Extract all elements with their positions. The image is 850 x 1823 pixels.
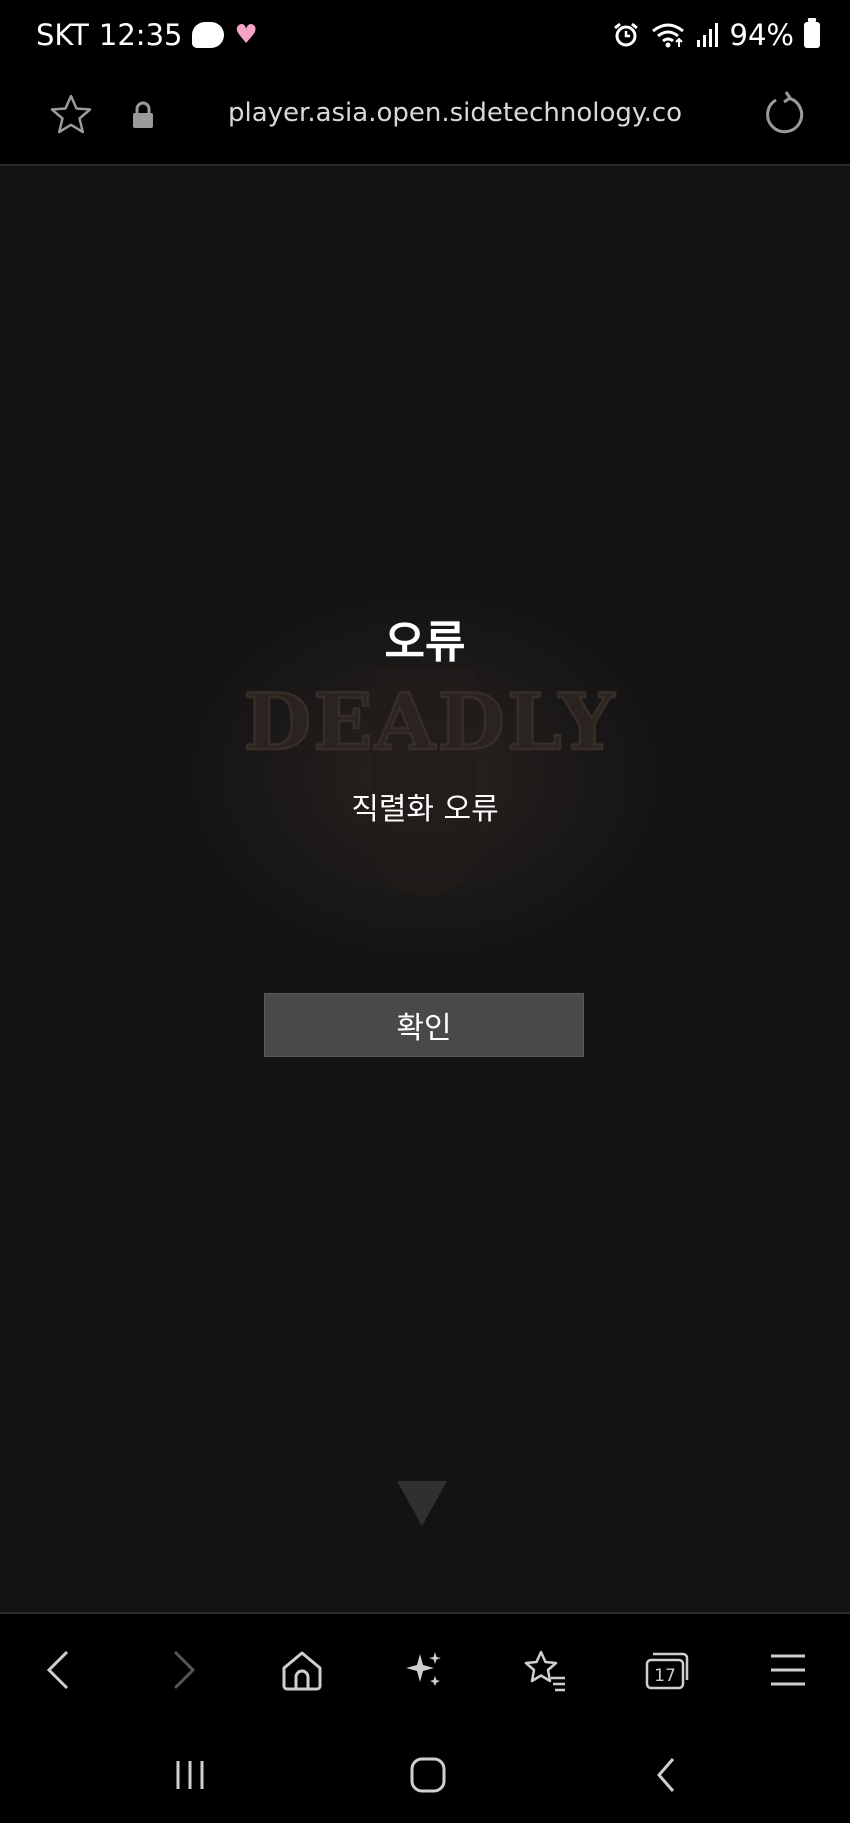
back-nav-icon[interactable] bbox=[636, 1750, 696, 1800]
heart-icon: ♥ bbox=[234, 20, 258, 50]
url-text[interactable]: player.asia.open.sidetechnology.co bbox=[190, 98, 720, 128]
status-left: SKT 12:35 ♥ bbox=[36, 18, 258, 52]
background-bottom-mark bbox=[397, 1481, 447, 1526]
sparkle-icon[interactable] bbox=[394, 1642, 454, 1698]
home-nav-icon[interactable] bbox=[398, 1750, 458, 1800]
lock-icon bbox=[130, 100, 156, 134]
bookmarks-icon[interactable] bbox=[515, 1642, 575, 1698]
recents-icon[interactable] bbox=[160, 1750, 220, 1800]
game-area: DEADLY 오류 직렬화 오류 확인 bbox=[0, 166, 850, 1612]
confirm-button[interactable]: 확인 bbox=[264, 993, 584, 1057]
background-game-logo: DEADLY bbox=[243, 676, 617, 769]
status-right: 94% bbox=[612, 18, 820, 52]
system-nav-bar bbox=[0, 1722, 850, 1823]
reload-icon[interactable] bbox=[762, 90, 806, 142]
svg-text:DEADLY: DEADLY bbox=[244, 677, 617, 768]
signal-icon bbox=[696, 23, 718, 47]
browser-toolbar: 17 bbox=[0, 1612, 850, 1724]
clock: 12:35 bbox=[98, 18, 183, 52]
back-icon[interactable] bbox=[28, 1642, 88, 1698]
tab-count: 17 bbox=[654, 1666, 676, 1686]
forward-icon[interactable] bbox=[154, 1642, 214, 1698]
bubble-icon bbox=[192, 22, 225, 48]
status-bar: SKT 12:35 ♥ 94% bbox=[0, 0, 850, 74]
url-bar: player.asia.open.sidetechnology.co bbox=[0, 74, 850, 166]
wifi-icon bbox=[651, 23, 684, 48]
dialog-message: 직렬화 오류 bbox=[351, 792, 499, 827]
menu-icon[interactable] bbox=[758, 1642, 818, 1698]
battery-percent: 94% bbox=[729, 18, 794, 52]
battery-icon bbox=[804, 18, 820, 48]
alarm-icon bbox=[613, 22, 638, 47]
dialog-title: 오류 bbox=[384, 617, 466, 668]
carrier-label: SKT bbox=[36, 18, 89, 52]
star-icon[interactable] bbox=[48, 92, 94, 142]
tabs-icon[interactable]: 17 bbox=[637, 1642, 697, 1698]
home-icon[interactable] bbox=[272, 1642, 332, 1698]
